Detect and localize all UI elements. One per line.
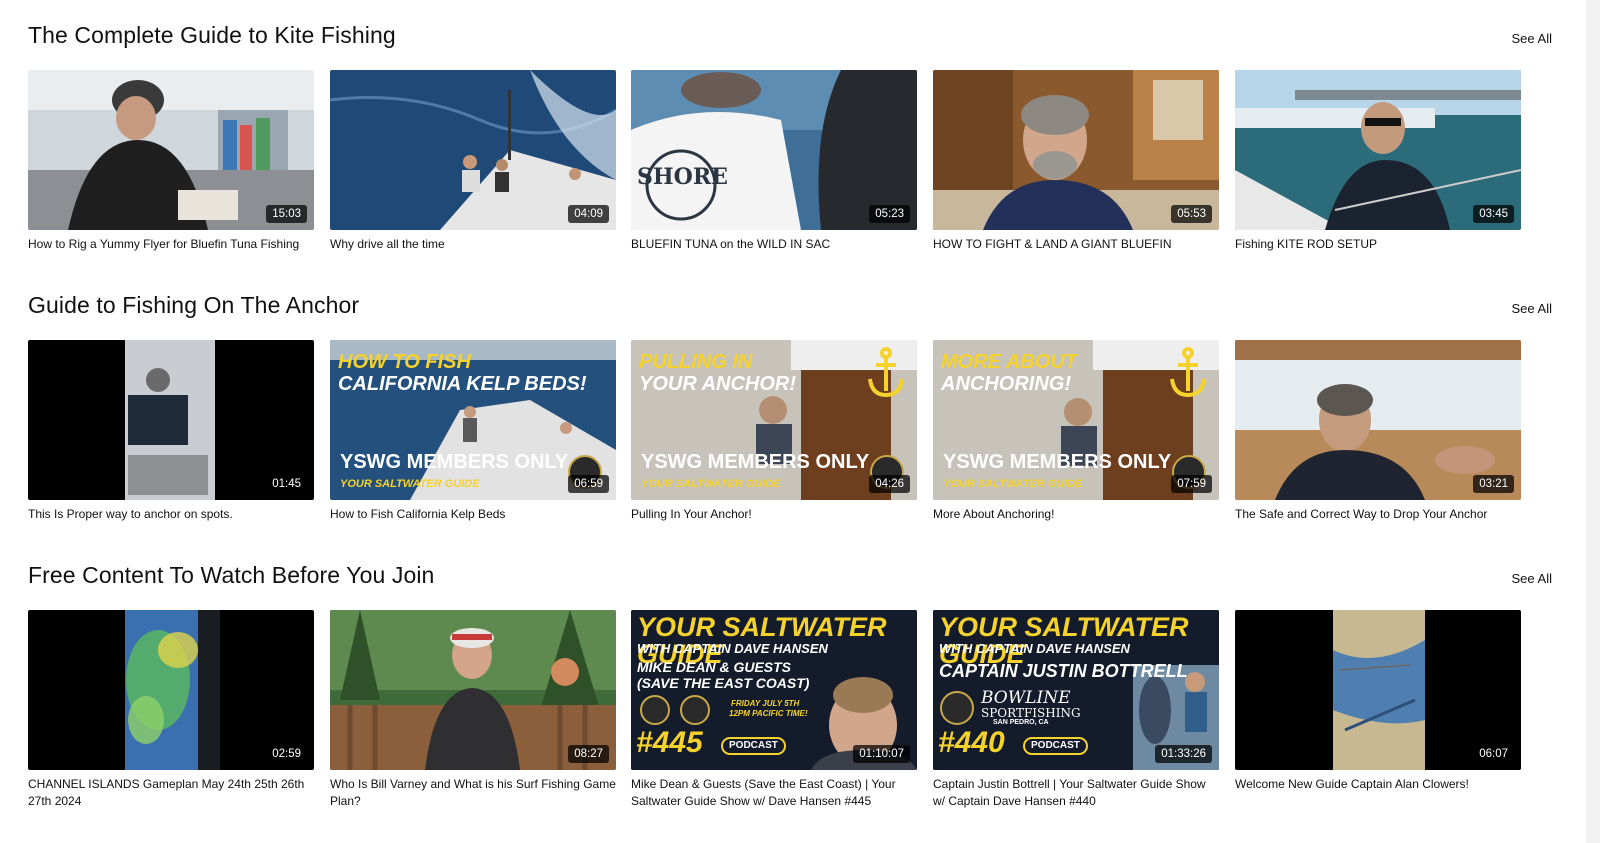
poster-date-1: FRIDAY JULY 5TH — [731, 699, 800, 708]
video-title[interactable]: Captain Justin Bottrell | Your Saltwater… — [933, 776, 1219, 810]
video-thumbnail[interactable]: 03:45 — [1235, 70, 1521, 230]
video-thumbnail[interactable]: 15:03 — [28, 70, 314, 230]
video-title[interactable]: More About Anchoring! — [933, 506, 1219, 523]
video-thumbnail[interactable]: MORE ABOUT ANCHORING! YSWG MEMBERS ONLY … — [933, 340, 1219, 500]
duration-badge: 03:45 — [1473, 205, 1514, 223]
video-card[interactable]: SHORE 05:23 BLUEFIN TUNA on the WILD IN … — [631, 70, 917, 253]
duration-badge: 05:23 — [869, 205, 910, 223]
see-all-link[interactable]: See All — [1512, 301, 1552, 316]
section-title: Free Content To Watch Before You Join — [28, 562, 435, 588]
video-thumbnail[interactable]: 05:53 — [933, 70, 1219, 230]
duration-badge: 04:09 — [568, 205, 609, 223]
duration-badge: 01:10:07 — [853, 745, 910, 763]
members-only-label: YSWG MEMBERS ONLY — [641, 451, 870, 473]
video-card[interactable]: 08:27 Who Is Bill Varney and What is his… — [330, 610, 616, 810]
video-thumbnail[interactable]: 01:45 — [28, 340, 314, 500]
video-title[interactable]: Why drive all the time — [330, 236, 616, 253]
poster-subtitle: WITH CAPTAIN DAVE HANSEN — [939, 641, 1130, 656]
section-title: The Complete Guide to Kite Fishing — [28, 22, 396, 48]
video-title[interactable]: BLUEFIN TUNA on the WILD IN SAC — [631, 236, 917, 253]
poster-guest-line-1: CAPTAIN JUSTIN BOTTRELL — [939, 661, 1188, 681]
poster-episode-number: #445 — [636, 726, 703, 759]
video-title[interactable]: Fishing KITE ROD SETUP — [1235, 236, 1521, 253]
video-thumbnail[interactable]: HOW TO FISH CALIFORNIA KELP BEDS! YSWG M… — [330, 340, 616, 500]
duration-badge: 03:21 — [1473, 475, 1514, 493]
duration-badge: 04:26 — [869, 475, 910, 493]
video-title[interactable]: This Is Proper way to anchor on spots. — [28, 506, 314, 523]
video-thumbnail[interactable]: SHORE 05:23 — [631, 70, 917, 230]
sponsor-sub: SPORTFISHING — [981, 706, 1081, 720]
video-thumbnail[interactable]: YOUR SALTWATER GUIDE WITH CAPTAIN DAVE H… — [933, 610, 1219, 770]
duration-badge: 01:45 — [266, 475, 307, 493]
thumb-heading-1: HOW TO FISH — [338, 351, 471, 373]
section-title: Guide to Fishing On The Anchor — [28, 292, 360, 318]
video-thumbnail[interactable]: 06:07 — [1235, 610, 1521, 770]
video-card[interactable]: 05:53 HOW TO FIGHT & LAND A GIANT BLUEFI… — [933, 70, 1219, 253]
video-card[interactable]: 04:09 Why drive all the time — [330, 70, 616, 253]
podcast-badge: PODCAST — [1023, 737, 1088, 755]
video-thumbnail[interactable]: YOUR SALTWATER GUIDE WITH CAPTAIN DAVE H… — [631, 610, 917, 770]
members-only-label: YSWG MEMBERS ONLY — [340, 451, 569, 473]
see-all-link[interactable]: See All — [1512, 31, 1552, 46]
video-card[interactable]: YOUR SALTWATER GUIDE WITH CAPTAIN DAVE H… — [933, 610, 1219, 810]
video-thumbnail[interactable]: 02:59 — [28, 610, 314, 770]
duration-badge: 15:03 — [266, 205, 307, 223]
video-card[interactable]: 06:07 Welcome New Guide Captain Alan Clo… — [1235, 610, 1521, 793]
duration-badge: 07:59 — [1171, 475, 1212, 493]
video-card[interactable]: YOUR SALTWATER GUIDE WITH CAPTAIN DAVE H… — [631, 610, 917, 810]
video-card[interactable]: 03:45 Fishing KITE ROD SETUP — [1235, 70, 1521, 253]
poster-subtitle: WITH CAPTAIN DAVE HANSEN — [637, 641, 828, 656]
video-card[interactable]: 01:45 This Is Proper way to anchor on sp… — [28, 340, 314, 523]
video-card[interactable]: MORE ABOUT ANCHORING! YSWG MEMBERS ONLY … — [933, 340, 1219, 523]
window-edge — [1586, 0, 1600, 843]
video-card[interactable]: 15:03 How to Rig a Yummy Flyer for Bluef… — [28, 70, 314, 253]
thumb-heading-2: YOUR ANCHOR! — [639, 373, 797, 395]
video-card[interactable]: HOW TO FISH CALIFORNIA KELP BEDS! YSWG M… — [330, 340, 616, 523]
duration-badge: 06:59 — [568, 475, 609, 493]
duration-badge: 01:33:26 — [1155, 745, 1212, 763]
video-thumbnail[interactable]: 04:09 — [330, 70, 616, 230]
video-title[interactable]: Pulling In Your Anchor! — [631, 506, 917, 523]
video-title[interactable]: Mike Dean & Guests (Save the East Coast)… — [631, 776, 917, 810]
shirt-text: SHORE — [637, 164, 728, 190]
video-thumbnail[interactable]: 03:21 — [1235, 340, 1521, 500]
video-title[interactable]: Who Is Bill Varney and What is his Surf … — [330, 776, 616, 810]
poster-date-2: 12PM PACIFIC TIME! — [729, 709, 808, 718]
thumb-heading-2: CALIFORNIA KELP BEDS! — [338, 373, 587, 395]
duration-badge: 08:27 — [568, 745, 609, 763]
brand-label: YOUR SALTWATER GUIDE — [943, 478, 1083, 490]
video-title[interactable]: HOW TO FIGHT & LAND A GIANT BLUEFIN — [933, 236, 1219, 253]
duration-badge: 05:53 — [1171, 205, 1212, 223]
duration-badge: 02:59 — [266, 745, 307, 763]
thumb-heading-1: MORE ABOUT — [941, 351, 1077, 373]
thumb-heading-1: PULLING IN — [639, 351, 753, 373]
sponsor-name: BOWLINE — [981, 688, 1071, 708]
poster-guest-line-1: MIKE DEAN & GUESTS — [637, 659, 792, 675]
poster-guest-line-2: (SAVE THE EAST COAST) — [637, 675, 810, 691]
podcast-badge: PODCAST — [721, 737, 786, 755]
video-thumbnail[interactable]: 08:27 — [330, 610, 616, 770]
poster-episode-number: #440 — [938, 726, 1005, 759]
thumb-heading-2: ANCHORING! — [941, 373, 1071, 395]
sponsor-location: SAN PEDRO, CA — [993, 719, 1049, 726]
brand-label: YOUR SALTWATER GUIDE — [641, 478, 781, 490]
video-title[interactable]: The Safe and Correct Way to Drop Your An… — [1235, 506, 1521, 523]
video-card[interactable]: 02:59 CHANNEL ISLANDS Gameplan May 24th … — [28, 610, 314, 810]
video-library-page: The Complete Guide to Kite Fishing See A… — [0, 0, 1580, 843]
video-title[interactable]: How to Fish California Kelp Beds — [330, 506, 616, 523]
video-title[interactable]: How to Rig a Yummy Flyer for Bluefin Tun… — [28, 236, 314, 253]
video-title[interactable]: Welcome New Guide Captain Alan Clowers! — [1235, 776, 1521, 793]
video-thumbnail[interactable]: PULLING IN YOUR ANCHOR! YSWG MEMBERS ONL… — [631, 340, 917, 500]
duration-badge: 06:07 — [1473, 745, 1514, 763]
brand-label: YOUR SALTWATER GUIDE — [340, 478, 480, 490]
see-all-link[interactable]: See All — [1512, 571, 1552, 586]
members-only-label: YSWG MEMBERS ONLY — [943, 451, 1172, 473]
video-title[interactable]: CHANNEL ISLANDS Gameplan May 24th 25th 2… — [28, 776, 314, 810]
video-card[interactable]: PULLING IN YOUR ANCHOR! YSWG MEMBERS ONL… — [631, 340, 917, 523]
video-card[interactable]: 03:21 The Safe and Correct Way to Drop Y… — [1235, 340, 1521, 523]
